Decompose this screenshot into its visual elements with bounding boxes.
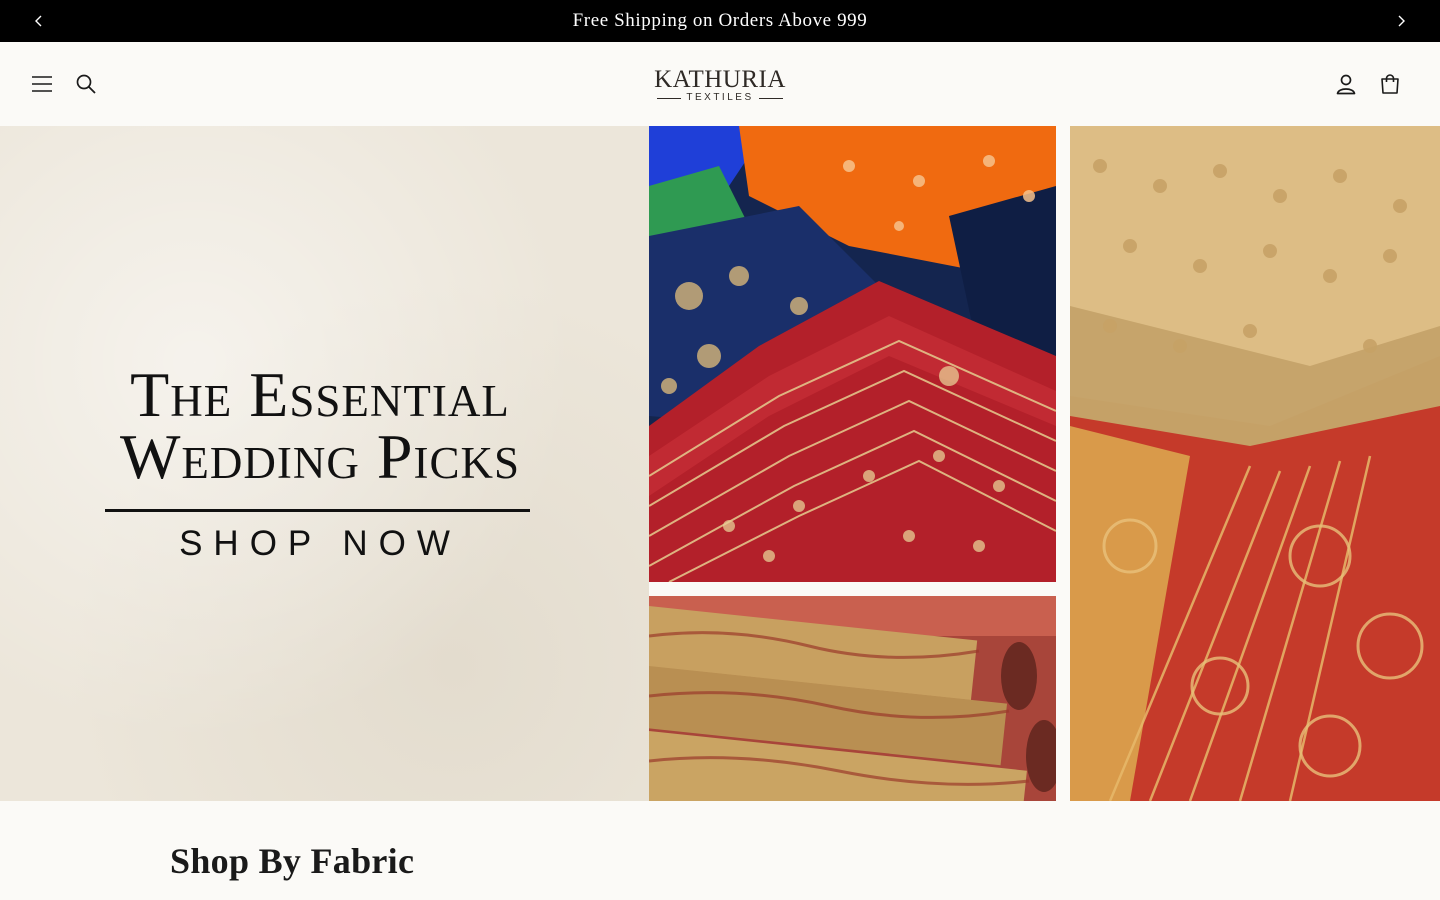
shopping-bag-icon [1381, 74, 1399, 94]
menu-button[interactable] [22, 64, 62, 104]
announcement-next-button[interactable] [1380, 0, 1422, 42]
user-icon [1336, 74, 1356, 95]
announcement-text: Free Shipping on Orders Above 999 [572, 10, 868, 31]
hero-divider [105, 509, 530, 512]
hero-title: The Essential Wedding Picks [30, 359, 610, 492]
hero-title-line-1: The Essential [130, 359, 510, 430]
announcement-prev-button[interactable] [18, 0, 60, 42]
logo-rule-right [758, 97, 783, 99]
logo-wordmark: KATHURIA [654, 66, 786, 93]
site-header: KATHURIA TEXTILES [0, 42, 1440, 126]
hero-image-gold-red-saree [1070, 126, 1440, 801]
hero-text-panel: The Essential Wedding Picks SHOP NOW [0, 126, 649, 801]
chevron-right-icon [1398, 15, 1405, 27]
shop-by-fabric-heading: Shop By Fabric [170, 841, 415, 881]
chevron-left-icon [35, 15, 42, 27]
logo-subtext: TEXTILES [686, 92, 754, 103]
account-button[interactable] [1326, 64, 1366, 104]
search-button[interactable] [66, 64, 106, 104]
logo-rule-left [657, 97, 682, 99]
site-logo[interactable]: KATHURIA TEXTILES [640, 58, 800, 112]
cart-button[interactable] [1370, 64, 1410, 104]
hero-image-colorful-fabrics [649, 126, 1056, 582]
announcement-bar: Free Shipping on Orders Above 999 [0, 0, 1440, 42]
hero-banner[interactable]: The Essential Wedding Picks SHOP NOW [0, 126, 1440, 801]
hero-title-line-2: Wedding Picks [120, 421, 520, 492]
search-icon [76, 74, 96, 94]
shop-now-link[interactable]: SHOP NOW [60, 524, 580, 564]
hero-image-rolled-fabric [649, 596, 1056, 801]
hamburger-menu-icon [32, 76, 52, 92]
